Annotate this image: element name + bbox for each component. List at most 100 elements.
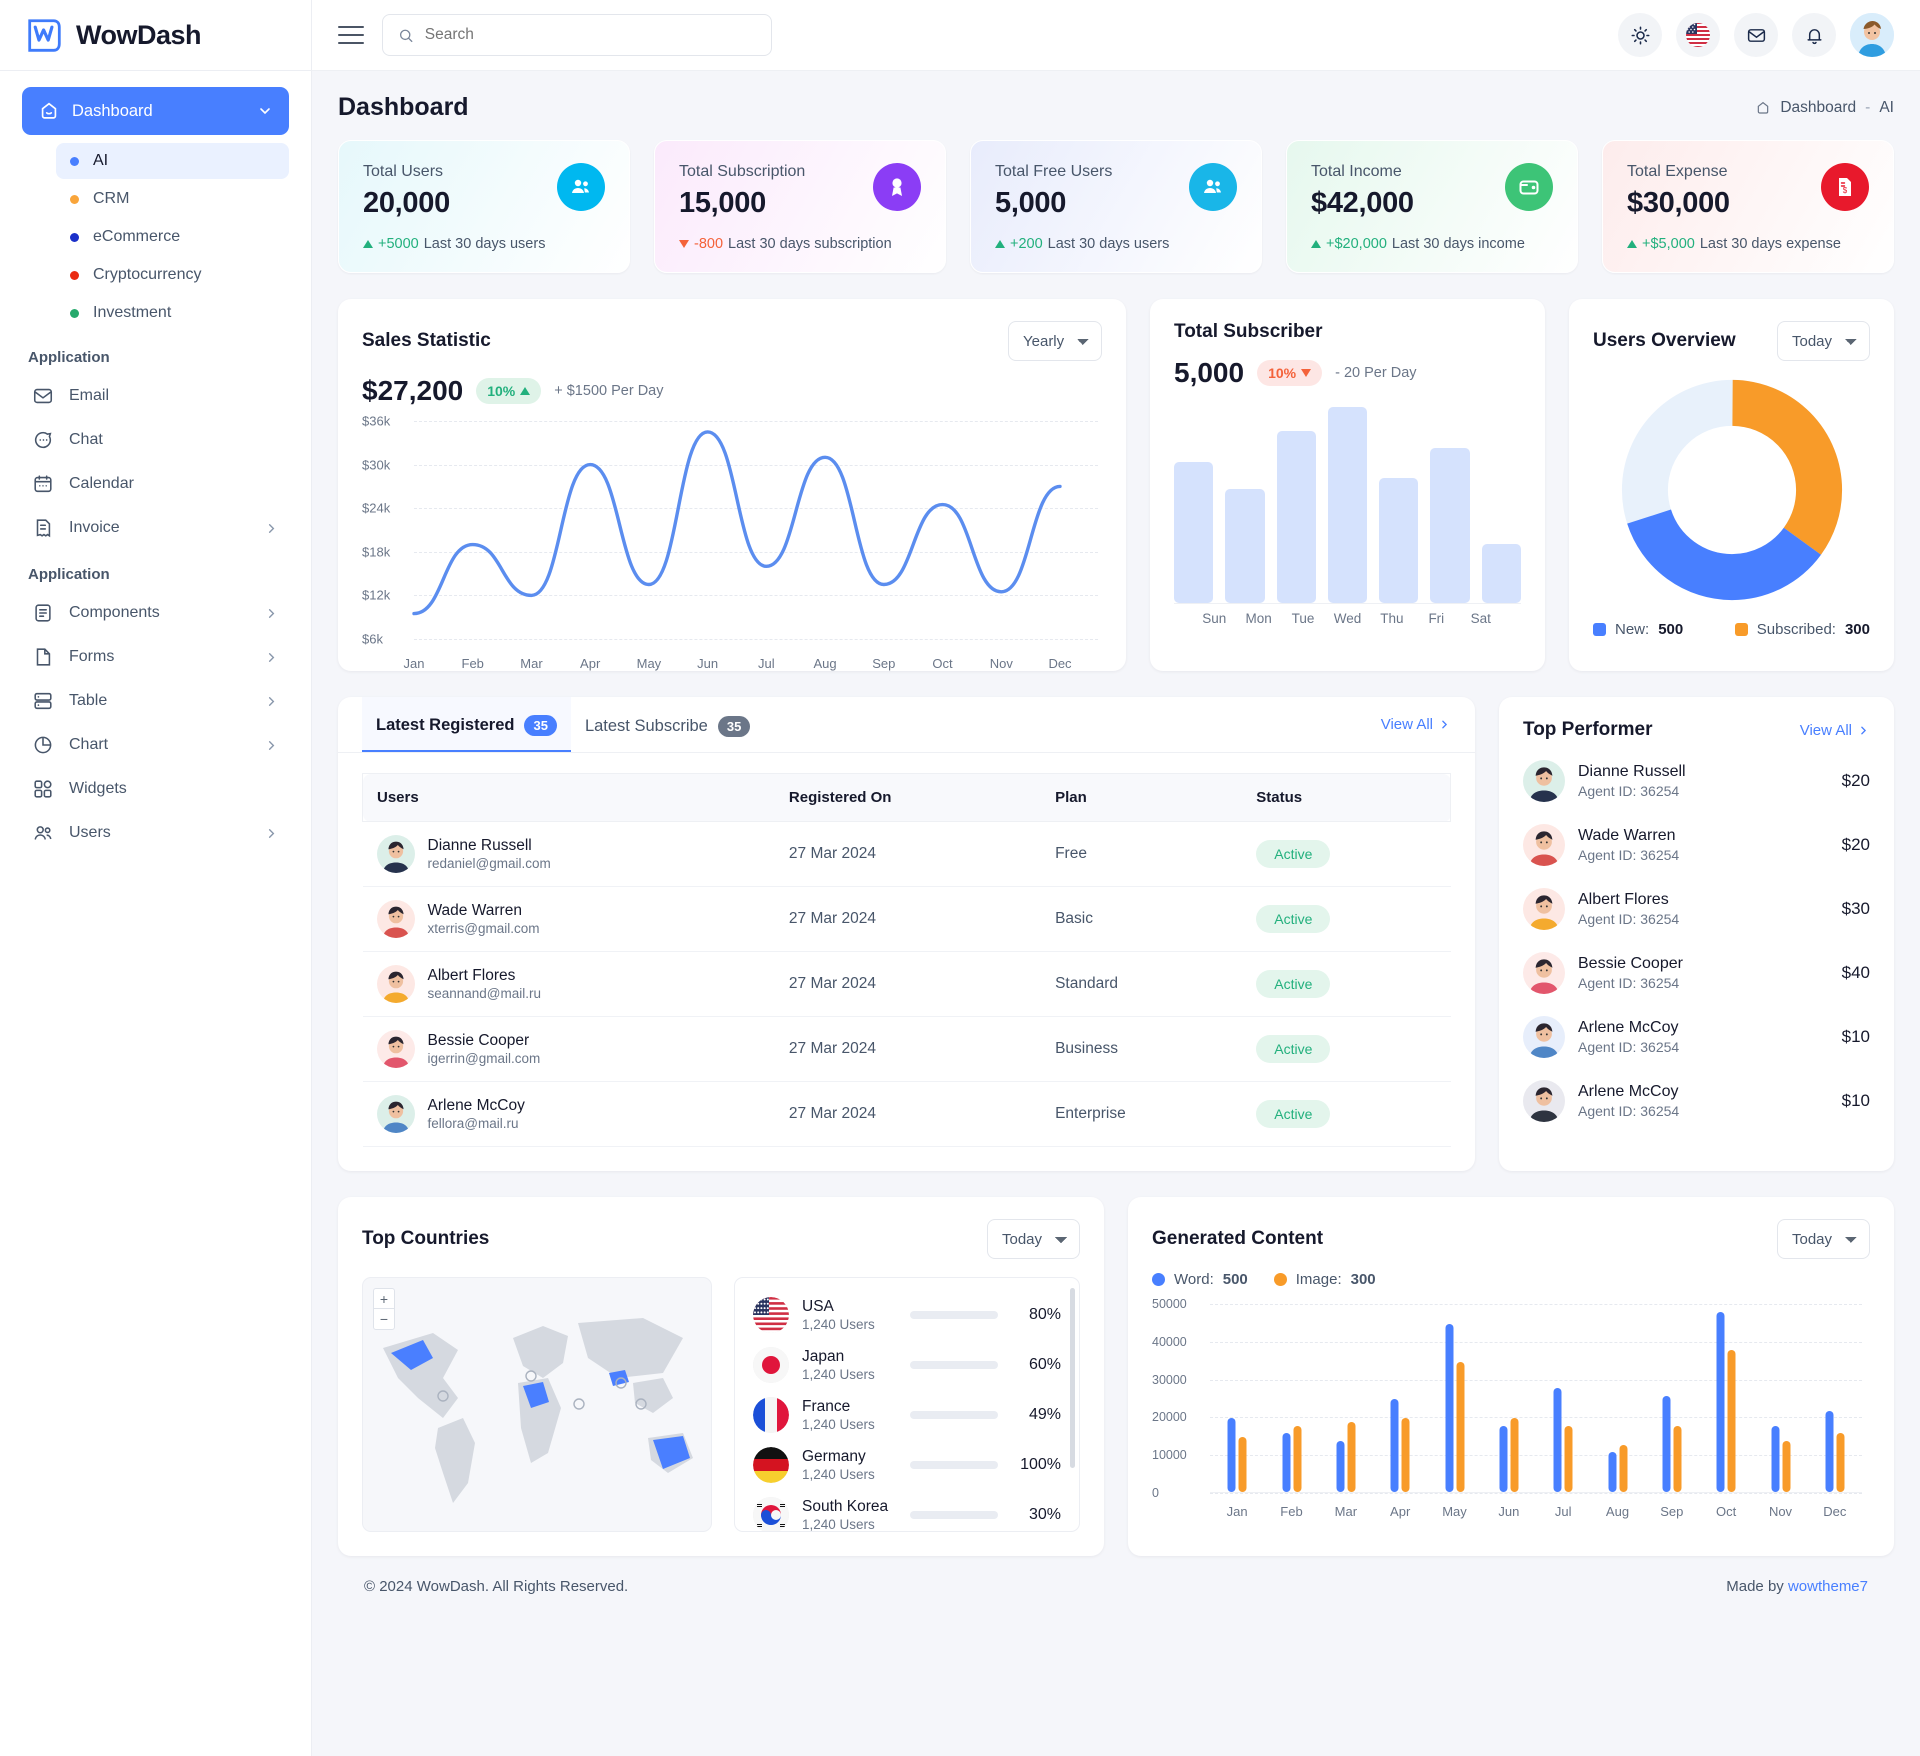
sidebar-item-chart[interactable]: Chart: [22, 723, 289, 767]
table-row[interactable]: Dianne Russellredaniel@gmail.com27 Mar 2…: [363, 822, 1451, 887]
tab-label: Latest Subscribe: [585, 717, 708, 736]
theme-toggle-button[interactable]: [1618, 13, 1662, 57]
registered-table: UsersRegistered OnPlanStatus Dianne Russ…: [362, 773, 1451, 1147]
sidebar-item-components[interactable]: Components: [22, 591, 289, 635]
tab-latest-registered[interactable]: Latest Registered 35: [362, 697, 571, 752]
country-list[interactable]: USA1,240 Users80%Japan1,240 Users60%Fran…: [734, 1277, 1080, 1532]
performer-agent-id: Agent ID: 36254: [1578, 783, 1686, 799]
sidebar-item-chat[interactable]: Chat: [22, 418, 289, 462]
x-axis-label: Mar: [520, 656, 542, 671]
list-item[interactable]: Dianne RussellAgent ID: 36254$20: [1499, 749, 1894, 813]
view-all-performer-link[interactable]: View All: [1800, 722, 1870, 739]
list-item[interactable]: Arlene McCoyAgent ID: 36254$10: [1499, 1069, 1894, 1133]
list-item[interactable]: Albert FloresAgent ID: 36254$30: [1499, 877, 1894, 941]
flag-germany-icon: [753, 1447, 789, 1483]
brand-name: WowDash: [76, 20, 201, 51]
tab-latest-subscribe[interactable]: Latest Subscribe 35: [571, 698, 764, 751]
sidebar-item-calendar[interactable]: Calendar: [22, 462, 289, 506]
performer-amount: $10: [1842, 1027, 1870, 1047]
users-overview-period-select[interactable]: Today: [1777, 321, 1870, 361]
generated-content-period-select[interactable]: Today: [1777, 1219, 1870, 1259]
list-item[interactable]: Japan1,240 Users60%: [749, 1340, 1065, 1390]
user-cell: Albert Floresseannand@mail.ru: [363, 952, 775, 1017]
view-all-registered-link[interactable]: View All: [1381, 716, 1451, 733]
bar: [1771, 1426, 1779, 1492]
registered-on-cell: 27 Mar 2024: [775, 1082, 1041, 1147]
country-progress: 49%: [910, 1406, 1061, 1424]
top-performer-header: Top Performer View All: [1499, 697, 1894, 749]
sidebar-item-email[interactable]: Email: [22, 374, 289, 418]
map-zoom-controls[interactable]: + −: [373, 1288, 395, 1330]
sidebar-item-table[interactable]: Table: [22, 679, 289, 723]
list-item[interactable]: Wade WarrenAgent ID: 36254$20: [1499, 813, 1894, 877]
search-input[interactable]: [425, 26, 756, 44]
search-box[interactable]: [382, 14, 772, 56]
notifications-button[interactable]: [1792, 13, 1836, 57]
chevron-right-icon: [264, 606, 279, 621]
sidebar-item-users[interactable]: Users: [22, 811, 289, 855]
sidebar-subitem-label: CRM: [93, 190, 129, 208]
sidebar-item-ecommerce[interactable]: eCommerce: [56, 219, 289, 255]
medal-icon: [873, 163, 921, 211]
sidebar-brand[interactable]: WowDash: [0, 0, 311, 71]
list-item[interactable]: South Korea1,240 Users30%: [749, 1490, 1065, 1532]
progress-track: [910, 1361, 998, 1369]
sidebar-nav: Dashboard AI CRM eCommerce Cr: [0, 71, 311, 855]
stat-footer: +$20,000 Last 30 days income: [1311, 236, 1553, 252]
sidebar-item-ai[interactable]: AI: [56, 143, 289, 179]
list-item[interactable]: Bessie CooperAgent ID: 36254$40: [1499, 941, 1894, 1005]
list-item[interactable]: USA1,240 Users80%: [749, 1290, 1065, 1340]
flag-france-icon: [753, 1397, 789, 1433]
sales-period-select[interactable]: Yearly: [1008, 321, 1102, 361]
avatar: [1523, 1016, 1565, 1058]
x-axis-label: Sep: [872, 656, 895, 671]
country-flag: [753, 1297, 789, 1333]
list-item[interactable]: France1,240 Users49%: [749, 1390, 1065, 1440]
country-progress: 30%: [910, 1506, 1061, 1524]
sidebar-item-invoice[interactable]: Invoice: [22, 506, 289, 550]
table-row[interactable]: Bessie Cooperigerrin@gmail.com27 Mar 202…: [363, 1017, 1451, 1082]
sidebar-item-dashboard[interactable]: Dashboard: [22, 87, 289, 135]
top-countries-period-select[interactable]: Today: [987, 1219, 1080, 1259]
breadcrumb: Dashboard - AI: [1755, 99, 1894, 117]
sidebar-item-label: Invoice: [69, 519, 120, 537]
menu-toggle-button[interactable]: [338, 26, 364, 44]
list-item[interactable]: Germany1,240 Users100%: [749, 1440, 1065, 1490]
table-row[interactable]: Wade Warrenxterris@gmail.com27 Mar 2024B…: [363, 887, 1451, 952]
subscriber-amount-row: 5,000 10% - 20 Per Day: [1150, 343, 1545, 389]
chevron-right-icon: [264, 521, 279, 536]
table-row[interactable]: Albert Floresseannand@mail.ru27 Mar 2024…: [363, 952, 1451, 1017]
legend-swatch: [1274, 1273, 1287, 1286]
sidebar-item-investment[interactable]: Investment: [56, 295, 289, 331]
country-users: 1,240 Users: [802, 1367, 875, 1382]
table-row[interactable]: Arlene McCoyfellora@mail.ru27 Mar 2024En…: [363, 1082, 1451, 1147]
breadcrumb-root[interactable]: Dashboard: [1780, 99, 1856, 117]
map-zoom-in-button[interactable]: +: [374, 1289, 394, 1309]
map-zoom-out-button[interactable]: −: [374, 1309, 394, 1329]
sidebar-item-widgets[interactable]: Widgets: [22, 767, 289, 811]
performer-agent-id: Agent ID: 36254: [1578, 1103, 1679, 1119]
messages-button[interactable]: [1734, 13, 1778, 57]
language-button[interactable]: [1676, 13, 1720, 57]
bar: [1619, 1445, 1627, 1492]
avatar-graphic: [1523, 1016, 1565, 1058]
view-all-label: View All: [1381, 716, 1433, 733]
bar-group: [1282, 1426, 1301, 1492]
sidebar-item-cryptocurrency[interactable]: Cryptocurrency: [56, 257, 289, 293]
registered-on-cell: 27 Mar 2024: [775, 1017, 1041, 1082]
stat-card-total-free-users: Total Free Users 5,000 +200 Last 30 days…: [970, 140, 1262, 273]
stat-delta: +$20,000: [1326, 236, 1387, 252]
user-avatar[interactable]: [1850, 13, 1894, 57]
bar-group: [1825, 1411, 1844, 1492]
footer-link[interactable]: wowtheme7: [1788, 1578, 1868, 1595]
x-axis-label: Jul: [1555, 1504, 1572, 1519]
sidebar-item-crm[interactable]: CRM: [56, 181, 289, 217]
chevron-right-icon: [1857, 724, 1870, 737]
list-item[interactable]: Arlene McCoyAgent ID: 36254$10: [1499, 1005, 1894, 1069]
sidebar-item-forms[interactable]: Forms: [22, 635, 289, 679]
topbar: [312, 0, 1920, 71]
world-map[interactable]: + −: [362, 1277, 712, 1532]
bar-group: [1662, 1396, 1681, 1492]
country-percent: 100%: [1011, 1456, 1061, 1474]
country-list-scrollbar[interactable]: [1070, 1288, 1075, 1468]
